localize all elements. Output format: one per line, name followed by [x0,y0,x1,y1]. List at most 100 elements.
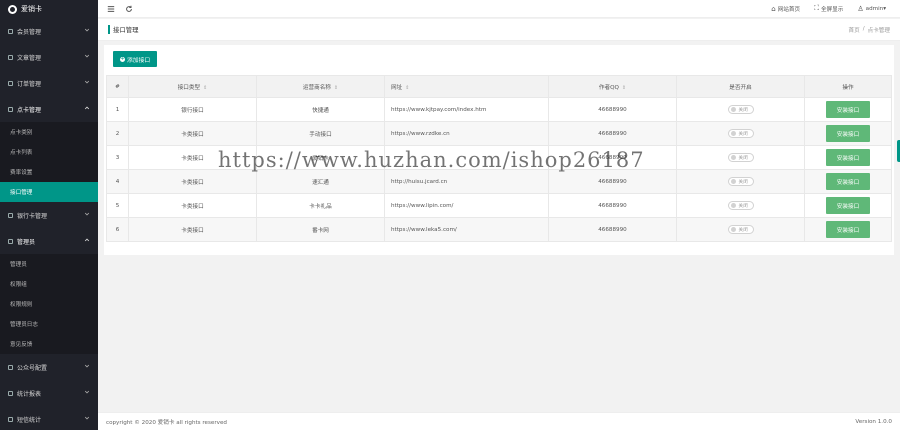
sort-icon[interactable]: ⇕ [334,85,338,91]
sidebar-group-orders[interactable]: 订单管理 [0,70,98,96]
sidebar-item-admin-logs[interactable]: 管理员日志 [0,314,98,334]
toggle-knob [730,203,736,208]
enable-toggle[interactable]: 关闭 [727,129,754,138]
footer: copyright © 2020 爱销卡 all rights reserved… [98,412,900,430]
chevron-down-icon [84,363,90,369]
chevron-up-icon [84,105,90,111]
sidebar-item-card-categories[interactable]: 点卡类别 [0,122,98,142]
refresh-icon[interactable] [124,4,134,14]
chevron-down-icon [84,389,90,395]
cell-actions: 安装接口 [804,193,892,218]
cell-actions: 安装接口 [804,121,892,146]
install-interface-button[interactable]: 安装接口 [826,101,870,118]
sidebar-group-label: 文章管理 [17,54,42,62]
cell-enabled: 关闭 [676,121,805,146]
chevron-down-icon [84,415,90,421]
cell-enabled: 关闭 [676,97,805,122]
sidebar-group-cards[interactable]: 点卡管理 [0,96,98,122]
breadcrumb-bar: 接口管理 首页 / 点卡管理 [98,19,900,41]
sidebar-item-permission-groups[interactable]: 权限组 [0,274,98,294]
sidebar-group-bank-cards[interactable]: 银行卡管理 [0,202,98,228]
col-header-label: 运营商名称 [302,84,331,91]
submenu-admins: 管理员 权限组 权限规则 管理员日志 意见反馈 [0,254,98,354]
install-interface-button[interactable]: 安装接口 [826,197,870,214]
col-header-type[interactable]: 接口类型 ⇕ [128,75,257,98]
cell-qq: 46688990 [548,169,677,194]
sidebar-group-articles[interactable]: 文章管理 [0,44,98,70]
install-interface-button[interactable]: 安装接口 [826,125,870,142]
cell-enabled: 关闭 [676,169,805,194]
copyright-text: copyright © 2020 爱销卡 all rights reserved [106,419,227,426]
cell-url: https://www.leka5.com/ [384,217,549,242]
add-interface-button[interactable]: + 添加接口 [113,51,158,67]
enable-toggle[interactable]: 关闭 [727,105,754,114]
page-title: 接口管理 [113,26,139,34]
menu-toggle-icon[interactable] [106,4,116,14]
cell-url: https://www.kjtpay.com/index.htm [384,97,549,122]
enable-toggle[interactable]: 关闭 [727,177,754,186]
install-interface-button[interactable]: 安装接口 [826,173,870,190]
cell-type: 银行接口 [128,97,257,122]
cell-id: 1 [106,97,129,122]
cell-enabled: 关闭 [676,145,805,170]
user-menu[interactable]: ♙ admin ▾ [857,5,886,13]
sort-icon[interactable]: ⇕ [405,85,409,91]
toggle-label: 关闭 [738,203,748,209]
install-interface-button[interactable]: 安装接口 [826,221,870,238]
cell-name: 卡卡礼品 [256,193,385,218]
bank-icon [8,212,13,218]
sort-icon[interactable]: ⇕ [203,85,207,91]
col-header-enabled: 是否开启 [676,75,805,98]
sidebar-group-reports[interactable]: 统计报表 [0,380,98,406]
install-interface-button[interactable]: 安装接口 [826,149,870,166]
sidebar-group-sms-stats[interactable]: 短信统计 [0,406,98,430]
enable-toggle[interactable]: 关闭 [727,153,754,162]
sidebar-group-wechat-config[interactable]: 公众号配置 [0,354,98,380]
cell-id: 3 [106,145,129,170]
cell-actions: 安装接口 [804,97,892,122]
brand-logo[interactable]: 爱销卡 [0,0,98,18]
breadcrumb-home[interactable]: 首页 [849,26,860,34]
sort-icon[interactable]: ⇕ [622,85,626,91]
col-header-name[interactable]: 运营商名称 ⇕ [256,75,385,98]
col-header-label: # [115,83,120,90]
sidebar-group-label: 会员管理 [17,28,42,36]
col-header-label: 网址 [391,84,403,91]
sidebar-group-label: 点卡管理 [17,106,42,114]
cell-id: 2 [106,121,129,146]
sidebar: 爱销卡 会员管理 文章管理 订单管理 点卡管理 点卡类别 点卡列表 费率设置 接… [0,0,98,430]
sidebar-item-admins[interactable]: 管理员 [0,254,98,274]
sidebar-item-card-list[interactable]: 点卡列表 [0,142,98,162]
enable-toggle[interactable]: 关闭 [727,225,754,234]
cell-name: 手动接口 [256,121,385,146]
cell-type: 卡类接口 [128,121,257,146]
cell-enabled: 关闭 [676,193,805,218]
sidebar-item-feedback[interactable]: 意见反馈 [0,334,98,354]
site-home-label: 网站首页 [777,6,801,13]
interface-table: # 接口类型 ⇕ 运营商名称 ⇕ 网址 ⇕ 作者QQ ⇕ 是否开启 操作 1 银行接口 … [106,75,892,242]
sidebar-group-label: 银行卡管理 [17,212,48,220]
site-home-link[interactable]: ⌂ 网站首页 [771,5,800,13]
sidebar-item-permission-rules[interactable]: 权限规则 [0,294,98,314]
col-header-qq[interactable]: 作者QQ ⇕ [548,75,677,98]
sidebar-group-admins[interactable]: 管理员 [0,228,98,254]
cell-type: 卡类接口 [128,217,257,242]
sidebar-group-label: 短信统计 [17,416,42,424]
sidebar-item-rate-settings[interactable]: 费率设置 [0,162,98,182]
table-row: 1 银行接口 快捷通 https://www.kjtpay.com/index.… [106,97,892,122]
chevron-down-icon [84,79,90,85]
table-row: 3 卡类接口 爱销卡 46688990 关闭 安装接口 [106,145,892,170]
version-text: Version 1.0.0 [855,418,892,425]
chevron-down-icon [84,211,90,217]
sidebar-item-interface-management[interactable]: 接口管理 [0,182,98,202]
home-icon: ⌂ [771,4,776,13]
col-header-url[interactable]: 网址 ⇕ [384,75,549,98]
fullscreen-button[interactable]: ⛶ 全屏显示 [814,4,843,13]
topbar-actions: ⌂ 网站首页 ⛶ 全屏显示 ♙ admin ▾ [771,4,900,13]
col-header-label: 作者QQ [598,84,619,91]
chevron-down-icon [84,53,90,59]
enable-toggle[interactable]: 关闭 [727,201,754,210]
user-icon: ♙ [857,4,864,13]
sidebar-group-members[interactable]: 会员管理 [0,18,98,44]
sms-icon [8,416,13,422]
